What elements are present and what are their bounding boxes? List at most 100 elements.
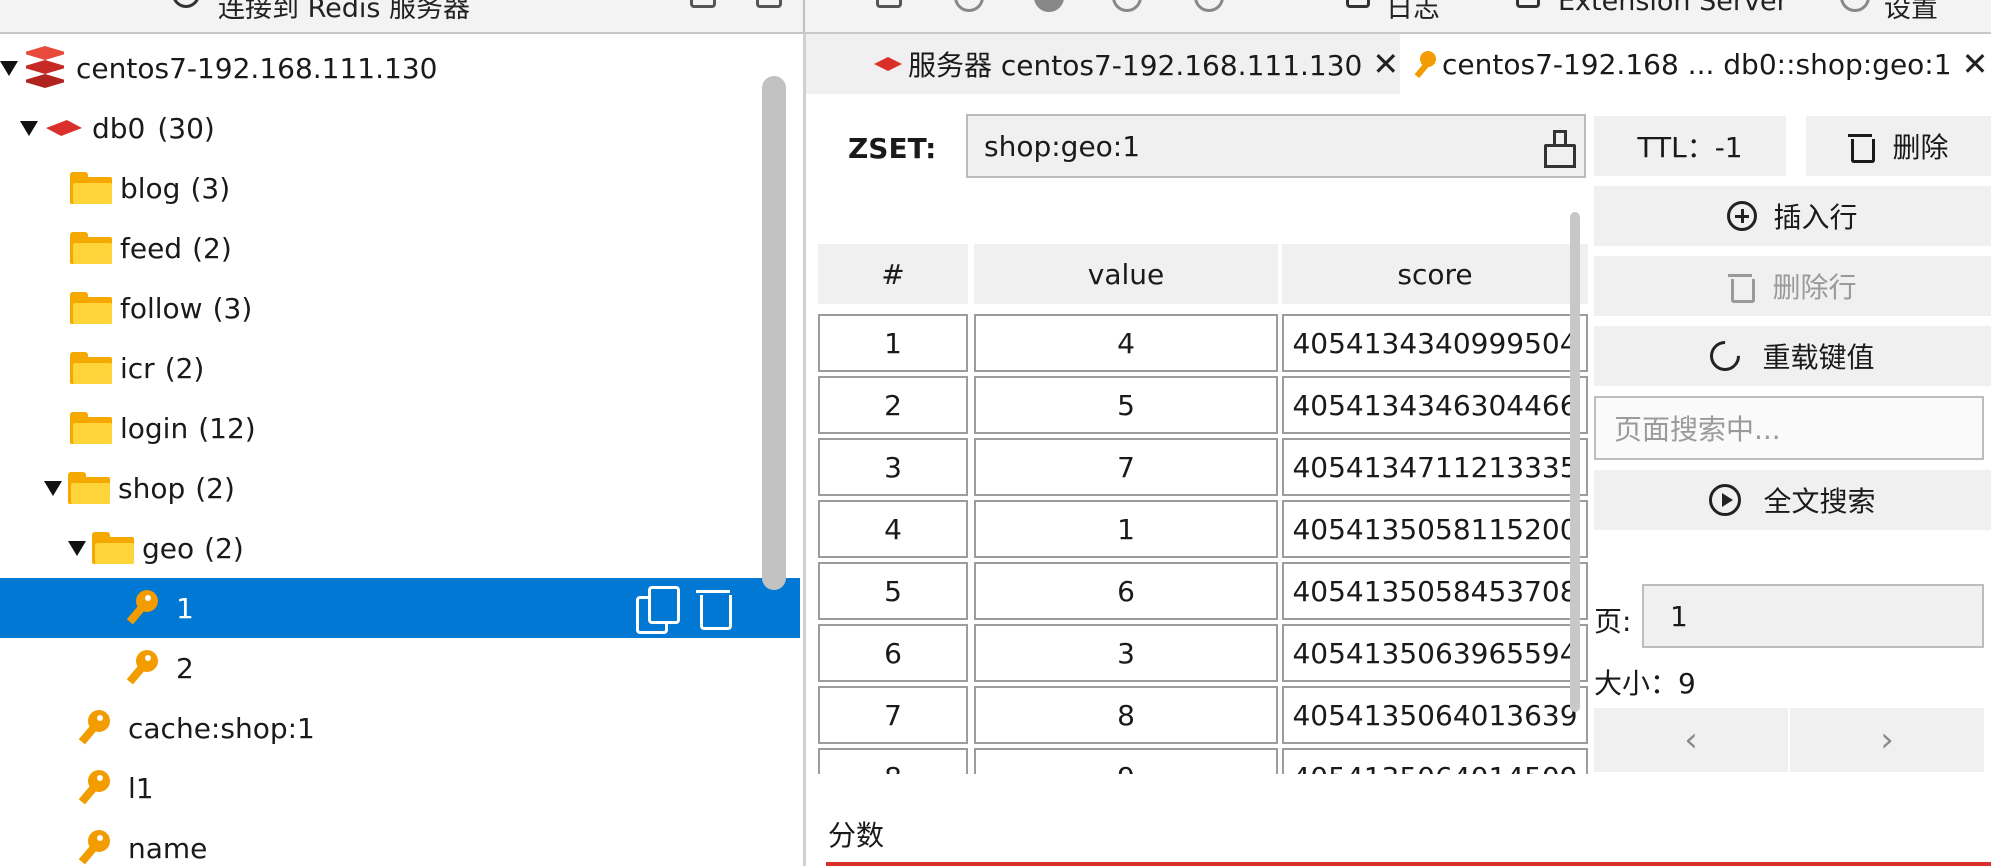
reload-button[interactable]: 重载键值 — [1594, 326, 1991, 386]
row-score-cell[interactable]: 4054135064014509 — [1282, 748, 1588, 774]
close-icon[interactable]: ✕ — [1962, 45, 1989, 83]
insert-row-label: 插入行 — [1773, 201, 1858, 234]
page-search-input[interactable]: 页面搜索中... — [1594, 396, 1984, 460]
row-value-cell[interactable]: 3 — [974, 624, 1278, 682]
trash-icon[interactable] — [696, 586, 732, 630]
tree-key-1[interactable]: 1 — [0, 578, 800, 638]
page-number-input[interactable]: 1 — [1642, 584, 1984, 648]
key-icon — [74, 768, 114, 808]
score-input-underline[interactable] — [826, 862, 1991, 866]
info-icon[interactable] — [876, 0, 902, 8]
key-icon — [122, 648, 162, 688]
tree-db-node[interactable]: db0 (30) — [0, 98, 800, 158]
key-name: 1 — [176, 591, 194, 625]
tab-key[interactable]: centos7-192.168 ... db0::shop:geo:1 ✕ — [1400, 34, 1991, 94]
tree-folder-feed[interactable]: feed (2) — [0, 218, 800, 278]
folder-icon — [70, 352, 112, 384]
row-score-cell[interactable]: 4054134346304466 — [1282, 376, 1588, 434]
folder-name: feed — [120, 231, 183, 265]
size-label: 大小：9 — [1594, 667, 1696, 700]
tree-folder-follow[interactable]: follow (3) — [0, 278, 800, 338]
tree-scrollbar[interactable] — [762, 76, 786, 590]
key-editor: ZSET: shop:geo:1 TTL：-1 删除 插入行 删除行 重载键值 … — [806, 94, 1991, 866]
folder-icon — [70, 232, 112, 264]
key-name-input[interactable]: shop:geo:1 — [966, 114, 1586, 178]
fulltext-search-button[interactable]: 全文搜索 — [1594, 470, 1991, 530]
folder-name: follow — [120, 291, 203, 325]
tree-key-cache-shop[interactable]: cache:shop:1 — [0, 698, 800, 758]
delete-row-label: 删除行 — [1772, 271, 1857, 304]
row-value-cell[interactable]: 6 — [974, 562, 1278, 620]
export-icon[interactable] — [756, 0, 782, 8]
settings-button[interactable]: 设置 — [1884, 0, 1938, 25]
expand-arrow-icon[interactable] — [44, 480, 62, 496]
tree-folder-shop[interactable]: shop (2) — [0, 458, 800, 518]
record-icon[interactable] — [1034, 0, 1064, 12]
tree-folder-blog[interactable]: blog (3) — [0, 158, 800, 218]
row-value-cell[interactable]: 9 — [974, 748, 1278, 774]
table-scrollbar[interactable] — [1570, 212, 1580, 712]
ttl-button[interactable]: TTL：-1 — [1594, 116, 1786, 176]
expand-arrow-icon[interactable] — [20, 120, 38, 136]
folder-open-icon — [92, 532, 134, 564]
tab-server[interactable]: 服务器 centos7-192.168.111.130 ✕ — [874, 34, 1406, 94]
row-score-cell[interactable]: 4054135063965594 — [1282, 624, 1588, 682]
folder-count: (2) — [164, 351, 205, 385]
tree-folder-icr[interactable]: icr (2) — [0, 338, 800, 398]
prev-page-button[interactable]: ‹ — [1594, 708, 1788, 772]
delete-row-button[interactable]: 删除行 — [1594, 256, 1991, 316]
extension-server-button[interactable]: Extension Server — [1558, 0, 1788, 17]
row-value-cell[interactable]: 8 — [974, 686, 1278, 744]
row-score-cell[interactable]: 4054135058453708 — [1282, 562, 1588, 620]
row-value-cell[interactable]: 5 — [974, 376, 1278, 434]
database-icon — [874, 57, 902, 71]
tab-label: centos7-192.168 ... db0::shop:geo:1 — [1442, 47, 1952, 81]
row-index-cell[interactable]: 5 — [818, 562, 968, 620]
connect-server-button[interactable]: 连接到 Redis 服务器 — [218, 0, 470, 25]
loader-icon[interactable] — [1194, 0, 1224, 12]
copy-icon[interactable] — [636, 586, 680, 634]
tree-folder-login[interactable]: login (12) — [0, 398, 800, 458]
row-score-cell[interactable]: 4054135058115200 — [1282, 500, 1588, 558]
play-circle-icon — [1709, 484, 1742, 516]
row-index-cell[interactable]: 2 — [818, 376, 968, 434]
row-score-cell[interactable]: 4054134711213335 — [1282, 438, 1588, 496]
row-index-cell[interactable]: 6 — [818, 624, 968, 682]
redis-server-icon — [24, 46, 66, 90]
tree-server-node[interactable]: centos7-192.168.111.130 — [0, 38, 800, 98]
column-header-value[interactable]: value — [974, 244, 1278, 304]
row-value-cell[interactable]: 7 — [974, 438, 1278, 496]
row-index-cell[interactable]: 1 — [818, 314, 968, 372]
tree-key-l1[interactable]: l1 — [0, 758, 800, 818]
tree-key-2[interactable]: 2 — [0, 638, 800, 698]
tree-key-name[interactable]: name — [0, 818, 800, 866]
insert-row-button[interactable]: 插入行 — [1594, 186, 1991, 246]
row-index-cell[interactable]: 3 — [818, 438, 968, 496]
row-index-cell[interactable]: 7 — [818, 686, 968, 744]
status-circle-icon[interactable] — [954, 0, 984, 12]
folder-name: login — [120, 411, 189, 445]
row-value-cell[interactable]: 4 — [974, 314, 1278, 372]
row-index-cell[interactable]: 8 — [818, 748, 968, 774]
folder-count: (12) — [198, 411, 256, 445]
folder-icon — [70, 292, 112, 324]
row-score-cell[interactable]: 4054134340999504 — [1282, 314, 1588, 372]
row-value-cell[interactable]: 1 — [974, 500, 1278, 558]
column-header-index[interactable]: # — [818, 244, 968, 304]
expand-arrow-icon[interactable] — [0, 60, 18, 76]
expand-arrow-icon[interactable] — [68, 540, 86, 556]
refresh-icon[interactable] — [1112, 0, 1142, 12]
log-button[interactable]: 日志 — [1386, 0, 1440, 25]
column-header-score[interactable]: score — [1282, 244, 1588, 304]
next-page-button[interactable]: › — [1790, 708, 1984, 772]
close-icon[interactable]: ✕ — [1372, 45, 1399, 83]
folder-count: (2) — [204, 531, 244, 565]
import-icon[interactable] — [690, 0, 716, 8]
row-index-cell[interactable]: 4 — [818, 500, 968, 558]
tree-folder-geo[interactable]: geo (2) — [0, 518, 800, 578]
delete-key-button[interactable]: 删除 — [1806, 116, 1991, 176]
tab-label: 服务器 centos7-192.168.111.130 — [908, 49, 1363, 82]
row-score-cell[interactable]: 4054135064013639 — [1282, 686, 1588, 744]
database-icon — [44, 116, 84, 140]
broom-icon[interactable] — [1542, 130, 1576, 168]
